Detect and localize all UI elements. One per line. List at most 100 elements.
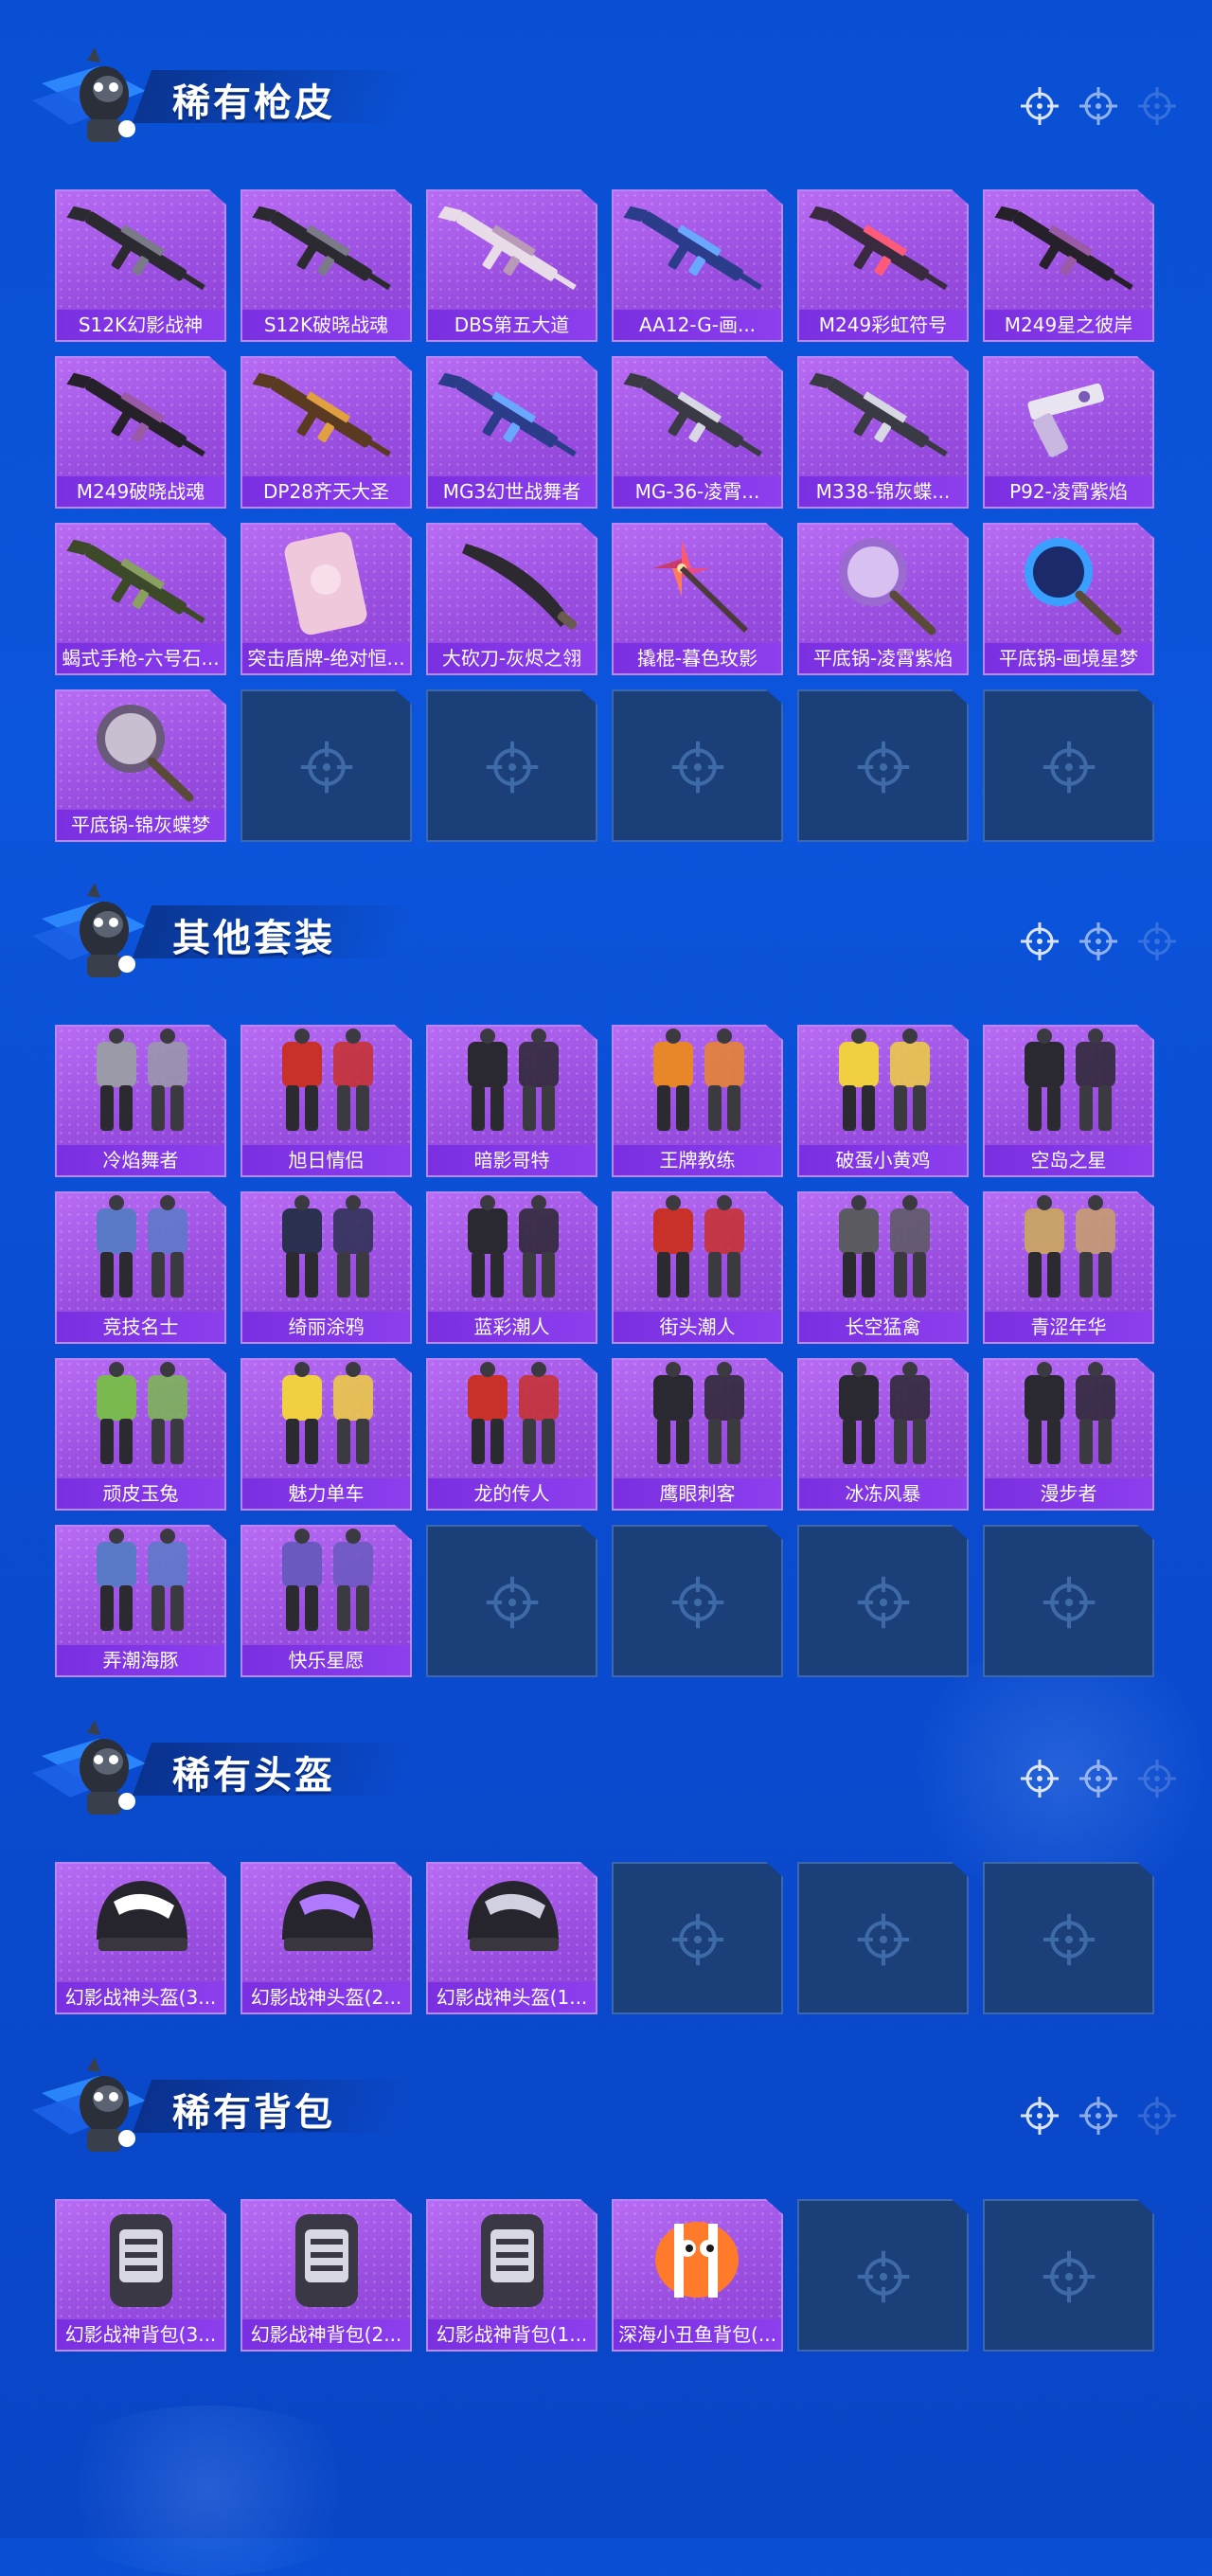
item-card[interactable]: 快乐星愿	[241, 1525, 412, 1677]
item-card[interactable]: 平底锅-凌霄紫焰	[797, 523, 969, 675]
empty-slot	[612, 1525, 783, 1677]
item-label: 突击盾牌-绝对恒...	[242, 643, 410, 673]
mascot-icon	[32, 881, 152, 987]
item-card[interactable]: 冷焰舞者	[55, 1025, 226, 1177]
item-label: 漫步者	[985, 1478, 1152, 1509]
item-label: MG3幻世战舞者	[428, 476, 596, 507]
item-image	[437, 206, 577, 291]
item-image	[1027, 383, 1105, 457]
item-card[interactable]: 龙的传人	[426, 1358, 597, 1511]
item-card[interactable]: 弄潮海豚	[55, 1525, 226, 1677]
item-card[interactable]: 幻影战神背包(3...	[55, 2199, 226, 2352]
item-card[interactable]: 蝎式手枪-六号石...	[55, 523, 226, 675]
section: 稀有头盔 幻影战神头盔(3... 幻影战神头盔(2... 幻影战神头盔(1...	[0, 1710, 1212, 2014]
item-card[interactable]: 竞技名士	[55, 1191, 226, 1344]
item-label: 蓝彩潮人	[428, 1312, 596, 1342]
item-label: 空岛之星	[985, 1145, 1152, 1175]
item-card[interactable]: S12K幻影战神	[55, 189, 226, 342]
item-image	[110, 2214, 172, 2307]
item-label: 平底锅-锦灰蝶梦	[57, 810, 224, 840]
item-card[interactable]: M338-锦灰蝶...	[797, 356, 969, 509]
mascot-icon	[32, 2055, 152, 2161]
item-grid: S12K幻影战神 S12K破晓战魂 DBS第五大道 AA12-G-画... M2…	[55, 189, 1154, 842]
item-label: 幻影战神背包(1...	[428, 2319, 596, 2350]
item-card[interactable]: AA12-G-画...	[612, 189, 783, 342]
item-image	[66, 372, 205, 457]
item-image	[994, 206, 1133, 291]
item-card[interactable]: 鹰眼刺客	[612, 1358, 783, 1511]
item-label: 顽皮玉兔	[57, 1478, 224, 1509]
mascot-icon	[32, 45, 152, 152]
item-image	[1025, 1195, 1115, 1297]
item-card[interactable]: 蓝彩潮人	[426, 1191, 597, 1344]
item-image	[468, 1029, 559, 1131]
item-card[interactable]: 幻影战神背包(1...	[426, 2199, 597, 2352]
item-card[interactable]: M249破晓战魂	[55, 356, 226, 509]
item-card[interactable]: 顽皮玉兔	[55, 1358, 226, 1511]
item-card[interactable]: M249星之彼岸	[983, 189, 1154, 342]
crosshair-icon	[1019, 2095, 1060, 2141]
section-title: 稀有背包	[172, 2091, 335, 2135]
item-card[interactable]: 突击盾牌-绝对恒...	[241, 523, 412, 675]
section-title: 稀有头盔	[172, 1754, 335, 1798]
item-card[interactable]: 暗影哥特	[426, 1025, 597, 1177]
item-card[interactable]: 撬棍-暮色玫影	[612, 523, 783, 675]
item-card[interactable]: 魅力单车	[241, 1358, 412, 1511]
item-image	[1025, 1029, 1115, 1131]
item-image	[653, 1195, 744, 1297]
item-label: 暗影哥特	[428, 1145, 596, 1175]
empty-slot	[426, 689, 597, 842]
item-card[interactable]: 大砍刀-灰烬之翎	[426, 523, 597, 675]
background-decoration	[38, 2406, 379, 2576]
item-card[interactable]: 破蛋小黄鸡	[797, 1025, 969, 1177]
item-card[interactable]: 长空猛禽	[797, 1191, 969, 1344]
empty-slot	[797, 2199, 969, 2352]
item-label: 王牌教练	[614, 1145, 781, 1175]
item-card[interactable]: DP28齐天大圣	[241, 356, 412, 509]
section-header: 稀有背包	[0, 2048, 1212, 2161]
item-card[interactable]: 平底锅-锦灰蝶梦	[55, 689, 226, 842]
item-image	[252, 372, 391, 457]
item-label: AA12-G-画...	[614, 310, 781, 340]
item-card[interactable]: 王牌教练	[612, 1025, 783, 1177]
item-card[interactable]: 幻影战神头盔(1...	[426, 1862, 597, 2014]
section-header: 稀有头盔	[0, 1710, 1212, 1824]
item-image	[97, 1529, 187, 1631]
item-card[interactable]: MG-36-凌霄...	[612, 356, 783, 509]
item-label: 旭日情侣	[242, 1145, 410, 1175]
item-label: S12K破晓战魂	[242, 310, 410, 340]
crosshair-icon	[1078, 921, 1119, 967]
item-card[interactable]: 幻影战神背包(2...	[241, 2199, 412, 2352]
item-card[interactable]: 漫步者	[983, 1358, 1154, 1511]
item-image	[623, 372, 762, 457]
item-card[interactable]: MG3幻世战舞者	[426, 356, 597, 509]
item-card[interactable]: 冰冻风暴	[797, 1358, 969, 1511]
item-card[interactable]: S12K破晓战魂	[241, 189, 412, 342]
item-image	[66, 206, 205, 291]
item-card[interactable]: 旭日情侣	[241, 1025, 412, 1177]
item-card[interactable]: 深海小丑鱼背包(...	[612, 2199, 783, 2352]
item-label: 破蛋小黄鸡	[799, 1145, 967, 1175]
item-card[interactable]: 青涩年华	[983, 1191, 1154, 1344]
item-label: DBS第五大道	[428, 310, 596, 340]
item-card[interactable]: DBS第五大道	[426, 189, 597, 342]
item-image	[839, 1195, 930, 1297]
item-label: M249星之彼岸	[985, 310, 1152, 340]
crosshair-icon	[1078, 85, 1119, 132]
item-card[interactable]: 街头潮人	[612, 1191, 783, 1344]
item-card[interactable]: 空岛之星	[983, 1025, 1154, 1177]
empty-slot	[612, 1862, 783, 2014]
item-card[interactable]: 幻影战神头盔(2...	[241, 1862, 412, 2014]
item-image	[655, 2222, 739, 2298]
item-image	[809, 206, 948, 291]
item-card[interactable]: 绮丽涂鸦	[241, 1191, 412, 1344]
crosshair-icon	[1019, 1758, 1060, 1804]
item-label: M249破晓战魂	[57, 476, 224, 507]
item-card[interactable]: 平底锅-画境星梦	[983, 523, 1154, 675]
item-card[interactable]: P92-凌霄紫焰	[983, 356, 1154, 509]
item-image	[97, 705, 194, 802]
item-card[interactable]: M249彩虹符号	[797, 189, 969, 342]
item-card[interactable]: 幻影战神头盔(3...	[55, 1862, 226, 2014]
empty-slot	[983, 689, 1154, 842]
crosshair-icon	[1136, 921, 1178, 967]
